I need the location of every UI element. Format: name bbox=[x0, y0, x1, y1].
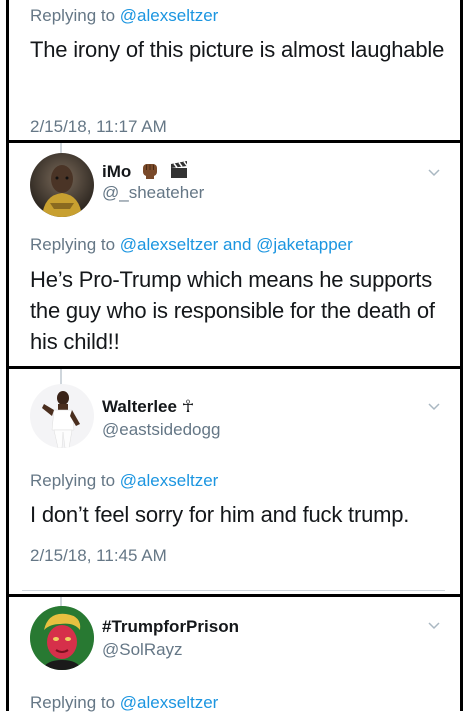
chevron-down-icon[interactable] bbox=[426, 165, 442, 181]
avatar[interactable] bbox=[30, 153, 94, 217]
mention-link[interactable]: @alexseltzer bbox=[120, 6, 219, 25]
avatar[interactable] bbox=[30, 384, 94, 448]
frame-border-right bbox=[460, 0, 463, 711]
reply-prefix: Replying to bbox=[30, 471, 116, 490]
reply-context: Replying to @alexseltzer bbox=[30, 6, 218, 26]
raised-fist-icon bbox=[140, 160, 160, 185]
reply-context: Replying to @alexseltzer bbox=[30, 471, 218, 491]
mention-joiner: and bbox=[223, 235, 252, 254]
divider bbox=[6, 140, 463, 143]
display-name-text: iMo bbox=[102, 161, 132, 181]
reply-prefix: Replying to bbox=[30, 235, 116, 254]
mention-link[interactable]: @alexseltzer bbox=[120, 471, 219, 490]
tweet-text: He’s Pro-Trump which means he supports t… bbox=[30, 267, 435, 354]
mention-link[interactable]: @alexseltzer bbox=[120, 235, 219, 254]
user-handle[interactable]: @eastsidedogg bbox=[102, 420, 220, 440]
user-handle[interactable]: @SolRayz bbox=[102, 640, 183, 660]
reply-context: Replying to @alexseltzer bbox=[30, 693, 218, 713]
tweet-timestamp[interactable]: 2/15/18, 11:45 AM bbox=[30, 546, 167, 566]
tweet-text: The irony of this picture is almost laug… bbox=[30, 37, 445, 62]
display-name[interactable]: #TrumpforPrison bbox=[102, 617, 239, 637]
user-handle[interactable]: @_sheateher bbox=[102, 183, 204, 203]
thread-line bbox=[60, 369, 62, 385]
divider bbox=[22, 590, 445, 591]
chevron-down-icon[interactable] bbox=[426, 399, 442, 415]
clapper-board-icon bbox=[169, 160, 189, 185]
tweet-timestamp[interactable]: 2/15/18, 11:17 AM bbox=[30, 117, 167, 137]
reply-prefix: Replying to bbox=[30, 6, 116, 25]
reply-prefix: Replying to bbox=[30, 693, 116, 712]
mention-link[interactable]: @jaketapper bbox=[256, 235, 353, 254]
display-name[interactable]: iMo bbox=[102, 160, 189, 185]
reply-context: Replying to @alexseltzer and @jaketapper bbox=[30, 235, 353, 255]
chevron-down-icon[interactable] bbox=[426, 618, 442, 634]
mention-link[interactable]: @alexseltzer bbox=[120, 693, 219, 712]
tweet-text: I don’t feel sorry for him and fuck trum… bbox=[30, 502, 410, 527]
display-name[interactable]: Walterlee ☥ bbox=[102, 397, 194, 417]
frame-border-left bbox=[6, 0, 9, 711]
divider bbox=[6, 366, 463, 369]
avatar[interactable] bbox=[30, 606, 94, 670]
divider bbox=[6, 594, 463, 597]
